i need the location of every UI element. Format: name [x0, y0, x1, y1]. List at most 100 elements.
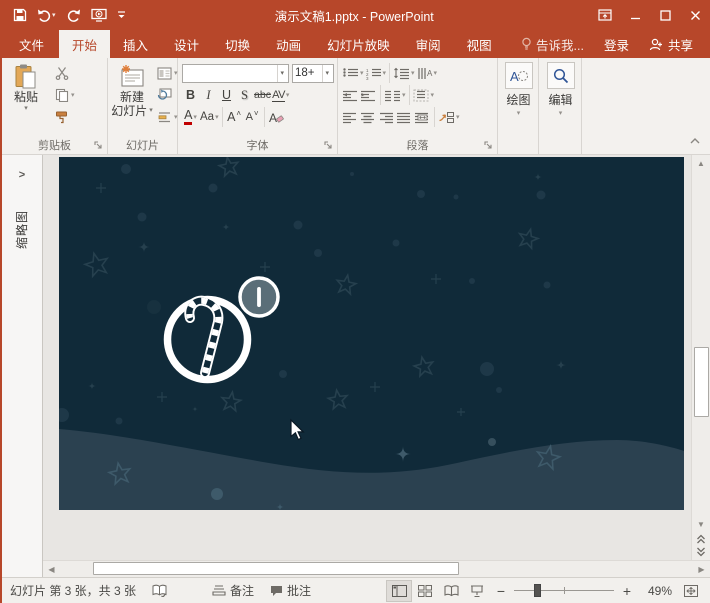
reading-view-button[interactable] [438, 580, 464, 602]
tab-动画[interactable]: 动画 [263, 30, 314, 58]
expand-pane-icon[interactable]: > [19, 169, 25, 181]
convert-to-smartart-button[interactable]: ▾ [438, 108, 460, 127]
decrease-indent-button[interactable] [342, 86, 359, 105]
close-button[interactable] [680, 0, 710, 30]
zoom-slider-track[interactable] [514, 590, 614, 591]
increase-font-size-button[interactable]: A˄ [226, 108, 243, 127]
align-text-button[interactable]: ▾ [413, 86, 435, 105]
character-spacing-button[interactable]: AV▾ [272, 86, 289, 105]
font-color-button[interactable]: A▾ [182, 108, 199, 127]
dropdown-icon[interactable]: ▾ [383, 70, 387, 77]
tab-开始[interactable]: 开始 [59, 30, 110, 58]
paste-button[interactable]: 粘贴 ▾ [6, 62, 46, 112]
drawing-menu-button[interactable]: A 绘图 ▾ [502, 62, 535, 117]
undo-button[interactable]: ▾ [34, 4, 59, 26]
text-shadow-button[interactable]: S [236, 86, 253, 105]
strikethrough-button[interactable]: abc [254, 86, 271, 105]
vertical-scroll-track[interactable] [693, 171, 710, 516]
dropdown-icon[interactable]: ▾ [402, 92, 406, 99]
next-slide-button[interactable] [693, 545, 710, 558]
columns-button[interactable]: ▾ [384, 86, 406, 105]
font-size-combobox[interactable]: 18+▾ [292, 64, 334, 83]
font-size-dropdown-icon[interactable]: ▾ [322, 65, 331, 82]
zoom-slider-thumb[interactable] [534, 584, 541, 597]
align-right-button[interactable] [378, 108, 395, 127]
character-spacing-dropdown-icon[interactable]: ▾ [286, 92, 289, 99]
increase-indent-button[interactable] [360, 86, 377, 105]
scroll-up-icon[interactable]: ▲ [693, 155, 710, 171]
scroll-left-icon[interactable]: ◀ [43, 560, 60, 577]
tab-审阅[interactable]: 审阅 [403, 30, 454, 58]
minimize-button[interactable] [620, 0, 650, 30]
clipboard-dialog-launcher[interactable] [93, 140, 104, 151]
vertical-scroll-thumb[interactable] [694, 347, 709, 417]
justify-button[interactable] [396, 108, 413, 127]
horizontal-scroll-thumb[interactable] [93, 562, 459, 575]
font-color-dropdown-icon[interactable]: ▾ [193, 114, 197, 121]
slide-canvas[interactable] [43, 155, 691, 560]
tab-设计[interactable]: 设计 [161, 30, 212, 58]
save-button[interactable] [10, 4, 30, 26]
slideshow-view-button[interactable] [464, 580, 490, 602]
layout-dropdown-icon[interactable]: ▾ [174, 70, 178, 77]
tab-切换[interactable]: 切换 [212, 30, 263, 58]
share-button[interactable]: 共享 [640, 35, 702, 54]
bold-button[interactable]: B [182, 86, 199, 105]
copy-button[interactable]: ▾ [52, 84, 78, 106]
dropdown-icon[interactable]: ▾ [411, 70, 415, 77]
italic-button[interactable]: I [200, 86, 217, 105]
start-slideshow-button[interactable] [88, 4, 110, 26]
slide-sorter-view-button[interactable] [412, 580, 438, 602]
tab-插入[interactable]: 插入 [110, 30, 161, 58]
font-name-dropdown-icon[interactable]: ▾ [277, 65, 286, 82]
zoom-out-button[interactable]: − [494, 583, 508, 599]
underline-button[interactable]: U [218, 86, 235, 105]
dropdown-icon[interactable]: ▾ [456, 114, 460, 121]
new-slide-button[interactable]: 新建 幻灯片▾ [112, 62, 152, 117]
paste-dropdown-icon[interactable]: ▾ [24, 105, 28, 112]
tab-file[interactable]: 文件 [4, 30, 59, 58]
maximize-button[interactable] [650, 0, 680, 30]
horizontal-scroll-track[interactable] [60, 560, 693, 577]
text-direction-button[interactable]: A▾ [416, 64, 438, 83]
customize-qat-button[interactable] [114, 4, 129, 26]
proofing-button[interactable] [144, 578, 176, 603]
numbering-button[interactable]: 123▾ [365, 64, 387, 83]
previous-slide-button[interactable] [693, 532, 710, 545]
font-name-combobox[interactable]: ▾ [182, 64, 289, 83]
font-dialog-launcher[interactable] [323, 140, 334, 151]
scroll-down-icon[interactable]: ▼ [693, 516, 710, 532]
slide-number-indicator[interactable]: 幻灯片 第 3 张，共 3 张 [8, 578, 144, 603]
tab-幻灯片放映[interactable]: 幻灯片放映 [314, 30, 403, 58]
notes-button[interactable]: 备注 [204, 578, 262, 603]
drawing-dropdown-icon[interactable]: ▾ [517, 110, 521, 117]
zoom-level-button[interactable]: 49% [638, 584, 672, 598]
align-left-button[interactable] [342, 108, 359, 127]
vertical-scrollbar[interactable]: ▲ ▼ [691, 155, 710, 560]
zoom-in-button[interactable]: + [620, 583, 634, 599]
format-painter-button[interactable] [52, 106, 78, 128]
normal-view-button[interactable] [386, 580, 412, 602]
sign-in-button[interactable]: 登录 [595, 35, 638, 54]
layout-button[interactable]: ▾ [154, 62, 181, 84]
new-slide-dropdown-icon[interactable]: ▾ [149, 107, 153, 114]
paragraph-dialog-launcher[interactable] [483, 140, 494, 151]
change-case-button[interactable]: Aa▾ [200, 108, 219, 127]
decrease-font-size-button[interactable]: A˅ [244, 108, 261, 127]
section-button[interactable]: ▾ [154, 106, 181, 128]
align-center-button[interactable] [360, 108, 377, 127]
change-case-dropdown-icon[interactable]: ▾ [215, 114, 219, 121]
thumbnail-pane-collapsed[interactable]: > 缩略图 [2, 155, 43, 560]
tab-视图[interactable]: 视图 [454, 30, 505, 58]
section-dropdown-icon[interactable]: ▾ [174, 114, 178, 121]
comments-button[interactable]: 批注 [262, 578, 319, 603]
reset-slide-button[interactable] [154, 84, 181, 106]
line-spacing-button[interactable]: ▾ [393, 64, 415, 83]
clear-formatting-button[interactable]: A [268, 108, 285, 127]
tell-me-button[interactable]: 告诉我... [512, 35, 593, 54]
cut-button[interactable] [52, 62, 78, 84]
copy-dropdown-icon[interactable]: ▾ [71, 92, 75, 99]
ribbon-display-options-button[interactable] [590, 0, 620, 30]
undo-dropdown-icon[interactable]: ▾ [52, 12, 56, 19]
dropdown-icon[interactable]: ▾ [434, 70, 438, 77]
